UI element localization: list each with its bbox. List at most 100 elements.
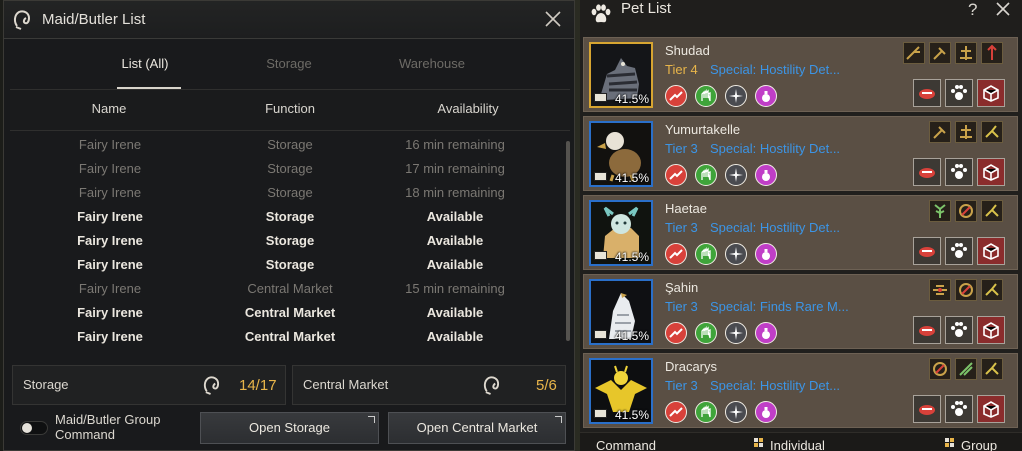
storage-summary: Storage 14/17	[12, 365, 286, 405]
group-mode-button[interactable]: Group	[961, 438, 997, 451]
target-skill-icon	[725, 243, 747, 265]
group-command-toggle[interactable]	[20, 421, 48, 435]
paw-icon	[591, 4, 611, 23]
maid-name: Fairy Irene	[77, 233, 143, 248]
pet-special: Special: Hostility Det...	[710, 62, 841, 77]
table-row[interactable]: Fairy Irene Storage Available	[10, 229, 566, 253]
loot-skill-icon	[755, 243, 777, 265]
pet-portrait[interactable]: 41.5%	[589, 200, 653, 266]
maid-availability: Available	[426, 257, 484, 272]
pet-portrait[interactable]: 41.5%	[589, 279, 653, 345]
pet-tag-icon	[594, 409, 607, 418]
column-header-name[interactable]: Name	[34, 101, 184, 116]
table-row[interactable]: Fairy Irene Storage Available	[10, 253, 566, 277]
close-icon[interactable]	[995, 1, 1011, 17]
loot-skill-icon	[755, 85, 777, 107]
maid-list: Fairy Irene Storage 16 min remaining Fai…	[10, 131, 566, 351]
table-row[interactable]: Fairy Irene Central Market Available	[10, 301, 566, 325]
pet-action-paw-button[interactable]	[945, 316, 973, 344]
help-button[interactable]: ?	[968, 0, 977, 20]
pet-name: Dracarys	[665, 359, 718, 374]
feed-button[interactable]	[913, 158, 941, 186]
table-row[interactable]: Fairy Irene Storage Available	[10, 205, 566, 229]
external-corner-icon	[368, 416, 375, 423]
maid-availability: 17 min remaining	[405, 161, 505, 176]
pet-action-paw-button[interactable]	[945, 395, 973, 423]
seal-pet-button[interactable]	[977, 237, 1005, 265]
table-row[interactable]: Fairy Irene Central Market 15 min remain…	[10, 277, 566, 301]
market-summary-count: 5/6	[536, 377, 557, 394]
market-summary-label: Central Market	[303, 377, 389, 392]
column-header-availability[interactable]: Availability	[393, 101, 543, 116]
pet-hunger: 41.5%	[614, 408, 649, 422]
group-command-label: Maid/Butler Group Command	[55, 412, 161, 442]
maid-icon	[483, 376, 500, 395]
column-header-function[interactable]: Function	[215, 101, 365, 116]
hostility-skill-icon	[665, 85, 687, 107]
pet-card[interactable]: 41.5% Dracarys Tier 3 Special: Hostility…	[583, 353, 1018, 428]
trait-herb-icon	[929, 200, 951, 222]
pet-card[interactable]: 41.5% Şahin Tier 3 Special: Finds Rare M…	[583, 274, 1018, 349]
target-skill-icon	[725, 401, 747, 423]
pet-card[interactable]: 41.5% Yumurtakelle Tier 3 Special: Hosti…	[583, 116, 1018, 191]
feed-button[interactable]	[913, 237, 941, 265]
table-row[interactable]: Fairy Irene Storage 16 min remaining	[10, 133, 566, 157]
pet-special: Special: Hostility Det...	[710, 378, 841, 393]
pet-name: Shudad	[665, 43, 710, 58]
pet-action-paw-button[interactable]	[945, 237, 973, 265]
maid-name: Fairy Irene	[78, 281, 142, 296]
maid-function: Central Market	[247, 281, 333, 296]
storage-summary-count: 14/17	[239, 377, 277, 394]
trait-hostility-icon	[955, 279, 977, 301]
feed-button[interactable]	[913, 395, 941, 423]
command-label: Command	[596, 438, 656, 451]
target-skill-icon	[725, 164, 747, 186]
market-summary: Central Market 5/6	[292, 365, 566, 405]
pet-tag-icon	[594, 251, 607, 260]
trait-loot-icon	[955, 121, 977, 143]
seal-pet-button[interactable]	[977, 158, 1005, 186]
pet-card[interactable]: 41.5% Shudad Tier 4 Special: Hostility D…	[583, 37, 1018, 112]
gather-skill-icon	[695, 164, 717, 186]
pet-portrait[interactable]: 41.5%	[589, 42, 653, 108]
table-row[interactable]: Fairy Irene Central Market Available	[10, 325, 566, 349]
maid-availability: 15 min remaining	[405, 281, 505, 296]
trait-gathering-icon	[929, 121, 951, 143]
pet-action-paw-button[interactable]	[945, 79, 973, 107]
feed-button[interactable]	[913, 79, 941, 107]
pet-special: Special: Hostility Det...	[710, 220, 841, 235]
close-icon[interactable]	[544, 10, 562, 28]
pet-card[interactable]: 41.5% Haetae Tier 3 Special: Hostility D…	[583, 195, 1018, 270]
table-row[interactable]: Fairy Irene Storage 17 min remaining	[10, 157, 566, 181]
pet-portrait[interactable]: 41.5%	[589, 358, 653, 424]
gather-skill-icon	[695, 401, 717, 423]
tab-list-all[interactable]: List (All)	[85, 56, 205, 71]
table-row[interactable]: Fairy Irene Storage 18 min remaining	[10, 181, 566, 205]
trait-hostility-icon	[903, 42, 925, 64]
tab-warehouse[interactable]: Warehouse	[372, 56, 492, 71]
pet-titlebar[interactable]: Pet List ?	[580, 0, 1022, 30]
maid-name: Fairy Irene	[77, 305, 143, 320]
feed-button[interactable]	[913, 316, 941, 344]
seal-pet-button[interactable]	[977, 316, 1005, 344]
individual-mode-button[interactable]: Individual	[770, 438, 825, 451]
pet-portrait[interactable]: 41.5%	[589, 121, 653, 187]
tab-storage[interactable]: Storage	[229, 56, 349, 71]
pet-action-paw-button[interactable]	[945, 158, 973, 186]
trait-hostility-icon	[955, 200, 977, 222]
gather-skill-icon	[695, 85, 717, 107]
list-scrollbar[interactable]	[566, 141, 570, 341]
seal-pet-button[interactable]	[977, 395, 1005, 423]
pet-name: Yumurtakelle	[665, 122, 741, 137]
gather-skill-icon	[695, 322, 717, 344]
pet-hunger: 41.5%	[614, 92, 649, 106]
maid-name: Fairy Irene	[78, 185, 142, 200]
seal-pet-button[interactable]	[977, 79, 1005, 107]
maid-function: Storage	[265, 257, 315, 272]
maid-name: Fairy Irene	[78, 137, 142, 152]
hostility-skill-icon	[665, 322, 687, 344]
maid-function: Storage	[267, 185, 313, 200]
open-storage-button[interactable]: Open Storage	[200, 412, 379, 444]
open-central-market-button[interactable]: Open Central Market	[388, 412, 566, 444]
maid-titlebar[interactable]: Maid/Butler List	[4, 1, 574, 39]
